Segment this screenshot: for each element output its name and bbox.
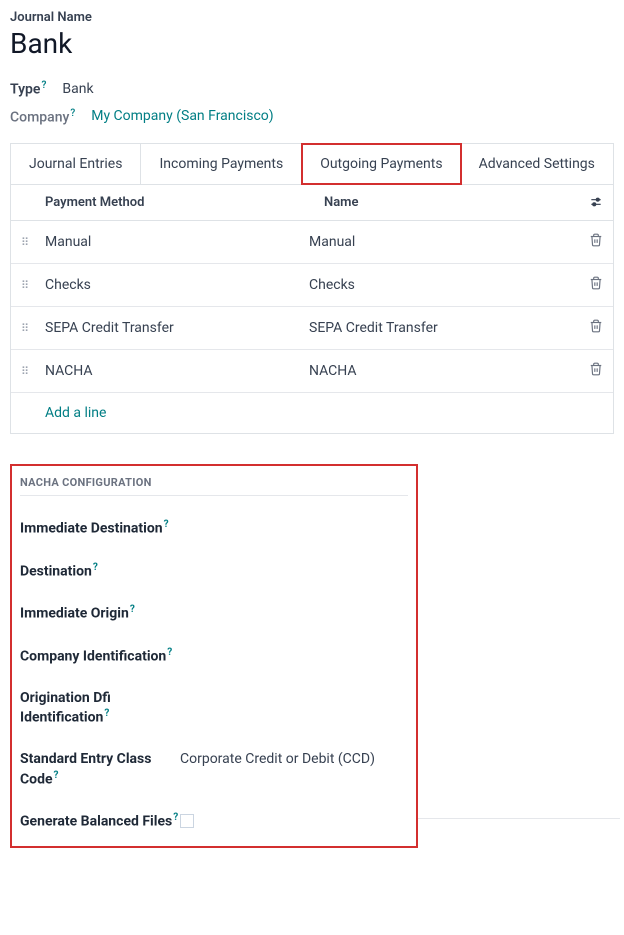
table-row[interactable]: ⠿ NACHA NACHA: [11, 350, 613, 393]
settings-icon[interactable]: [589, 195, 603, 209]
help-icon[interactable]: ?: [70, 108, 75, 119]
company-identification-label: Company Identification?: [20, 646, 180, 667]
help-icon[interactable]: ?: [104, 708, 109, 719]
cell-name: SEPA Credit Transfer: [309, 320, 573, 336]
tab-outgoing-payments[interactable]: Outgoing Payments: [301, 143, 461, 185]
immediate-destination-label: Immediate Destination?: [20, 518, 180, 539]
origination-dfi-label: Origination Dfi Identification?: [20, 689, 180, 728]
table-row[interactable]: ⠿ SEPA Credit Transfer SEPA Credit Trans…: [11, 307, 613, 350]
help-icon[interactable]: ?: [164, 519, 169, 530]
company-label: Company?: [10, 108, 75, 126]
cell-method: SEPA Credit Transfer: [45, 320, 309, 336]
secc-label: Standard Entry Class Code?: [20, 750, 180, 789]
drag-handle-icon[interactable]: ⠿: [21, 322, 28, 335]
drag-handle-icon[interactable]: ⠿: [21, 365, 28, 378]
cell-name: Manual: [309, 234, 573, 250]
tabs-container: Journal Entries Incoming Payments Outgoi…: [10, 143, 614, 184]
help-icon[interactable]: ?: [93, 562, 98, 573]
trash-icon[interactable]: [589, 319, 603, 333]
cell-name: Checks: [309, 277, 573, 293]
tab-journal-entries[interactable]: Journal Entries: [11, 144, 141, 184]
type-value: Bank: [62, 81, 93, 97]
nacha-config-section: NACHA CONFIGURATION Immediate Destinatio…: [10, 464, 418, 848]
table-header-method: Payment Method: [45, 195, 324, 210]
table-row[interactable]: ⠿ Checks Checks: [11, 264, 613, 307]
payment-methods-table: Payment Method Name ⠿ Manual Manual ⠿ Ch…: [10, 184, 614, 434]
trash-icon[interactable]: [589, 362, 603, 376]
type-label: Type?: [10, 80, 46, 98]
secc-value[interactable]: Corporate Credit or Debit (CCD): [180, 750, 375, 767]
generate-balanced-files-label: Generate Balanced Files?: [20, 811, 180, 832]
table-header-name: Name: [324, 195, 603, 210]
cell-method: Checks: [45, 277, 309, 293]
help-icon[interactable]: ?: [54, 770, 59, 781]
journal-name-label: Journal Name: [10, 10, 614, 25]
trash-icon[interactable]: [589, 276, 603, 290]
drag-handle-icon[interactable]: ⠿: [21, 236, 28, 249]
help-icon[interactable]: ?: [173, 812, 178, 823]
page-title: Bank: [10, 27, 614, 60]
cell-name: NACHA: [309, 363, 573, 379]
cell-method: NACHA: [45, 363, 309, 379]
help-icon[interactable]: ?: [167, 647, 172, 658]
immediate-origin-label: Immediate Origin?: [20, 603, 180, 624]
cell-method: Manual: [45, 234, 309, 250]
help-icon[interactable]: ?: [130, 604, 135, 615]
tab-advanced-settings[interactable]: Advanced Settings: [461, 144, 613, 184]
nacha-section-title: NACHA CONFIGURATION: [20, 476, 408, 496]
table-row[interactable]: ⠿ Manual Manual: [11, 221, 613, 264]
generate-balanced-files-checkbox[interactable]: [180, 814, 194, 828]
help-icon[interactable]: ?: [41, 80, 46, 91]
trash-icon[interactable]: [589, 233, 603, 247]
add-line-link[interactable]: Add a line: [11, 393, 613, 433]
destination-label: Destination?: [20, 561, 180, 582]
company-link[interactable]: My Company (San Francisco): [91, 108, 273, 124]
drag-handle-icon[interactable]: ⠿: [21, 279, 28, 292]
tab-incoming-payments[interactable]: Incoming Payments: [141, 144, 302, 184]
